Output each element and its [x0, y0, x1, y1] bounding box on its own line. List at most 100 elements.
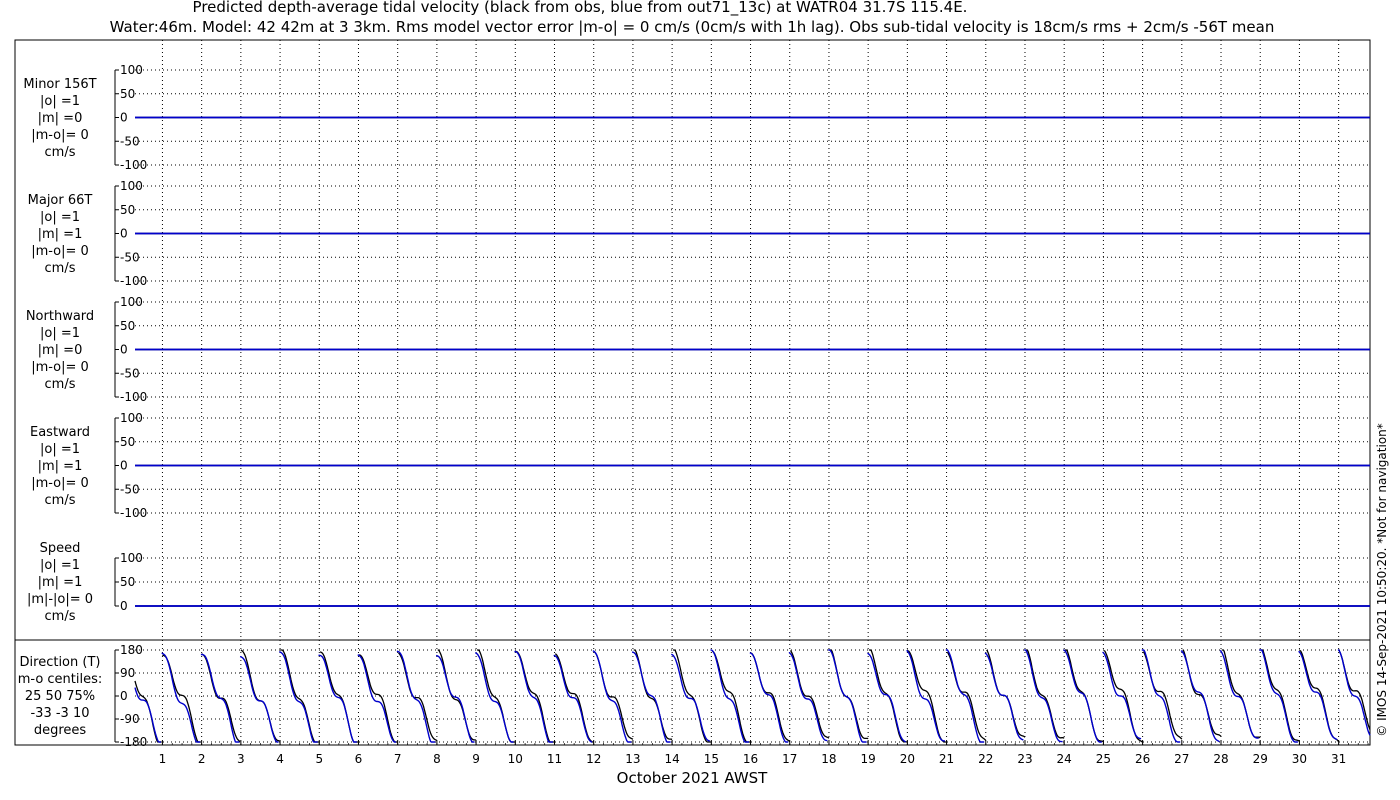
panel-label-speed: Speed [40, 541, 81, 556]
y-tick-label-minor: 0 [120, 111, 128, 125]
y-tick-label-minor: -100 [120, 158, 147, 172]
series-model-direction [514, 650, 553, 743]
x-axis-label: October 2021 AWST [617, 769, 769, 787]
panel-label-east: |m-o|= 0 [31, 476, 89, 491]
panel-label-speed: |m|-|o|= 0 [27, 592, 93, 607]
panel-label-north: Northward [26, 309, 94, 324]
y-tick-label-major: 0 [120, 227, 128, 241]
x-tick-label: 24 [1057, 752, 1072, 766]
x-tick-label: 10 [508, 752, 523, 766]
y-tick-label-speed: 100 [120, 551, 143, 565]
panel-label-minor: |m-o|= 0 [31, 128, 89, 143]
series-obs-direction [201, 653, 241, 743]
y-tick-label-north: 50 [120, 319, 135, 333]
panel-label-speed: |m| =1 [38, 575, 83, 590]
series-obs-direction [437, 649, 477, 741]
panel-label-minor: |o| =1 [40, 94, 80, 109]
panel-label-east: |m| =1 [38, 459, 83, 474]
x-tick-label: 15 [704, 752, 719, 766]
x-tick-label: 5 [315, 752, 323, 766]
plot-area: 1 2 3 4 5 6 7 8 9 10 11 12 13 14 15 16 17 18 19 20 21 22 23 24 2… [14, 39, 1371, 766]
series-model-direction [670, 653, 711, 742]
chart-title-line1: Predicted depth-average tidal velocity (… [193, 0, 968, 17]
panel-label-north: cm/s [45, 377, 76, 392]
y-tick-label-minor: 100 [120, 63, 143, 77]
x-tick-label: 23 [1017, 752, 1032, 766]
y-tick-label-major: -50 [120, 250, 140, 264]
panel-label-north: |m-o|= 0 [31, 360, 89, 375]
panel-label-major: |o| =1 [40, 210, 80, 225]
panel-label-major: Major 66T [28, 193, 93, 208]
series-obs-direction [672, 649, 712, 743]
x-tick-label: 21 [939, 752, 954, 766]
x-tick-label: 17 [782, 752, 797, 766]
x-tick-label: 14 [664, 752, 679, 766]
series-model-direction [1180, 650, 1220, 743]
panel-label-major: |m| =1 [38, 227, 83, 242]
y-tick-label-major: -100 [120, 274, 147, 288]
y-tick-label-north: -50 [120, 366, 140, 380]
y-tick-label-direction: 0 [120, 689, 128, 703]
y-tick-label-east: 100 [120, 411, 143, 425]
panel-label-north: |o| =1 [40, 326, 80, 341]
series-model-direction [632, 651, 671, 743]
series-model-direction [239, 655, 279, 743]
y-tick-label-major: 100 [120, 179, 143, 193]
series-model-direction [1259, 649, 1298, 743]
panel-label-minor: |m| =0 [38, 111, 83, 126]
series-model-direction [318, 654, 357, 743]
chart-frame [14, 39, 1371, 746]
x-tick-label: 1 [159, 752, 167, 766]
panel-label-east: Eastward [30, 425, 90, 440]
x-tick-label: 25 [1096, 752, 1111, 766]
y-tick-label-direction: 180 [120, 643, 143, 657]
x-tick-label: 20 [900, 752, 915, 766]
series-model-direction [1102, 651, 1142, 740]
y-tick-label-speed: 0 [120, 599, 128, 613]
x-tick-label: 18 [821, 752, 836, 766]
x-tick-label: 16 [743, 752, 758, 766]
series-obs-direction [986, 649, 1026, 738]
x-tick-label: 4 [276, 752, 284, 766]
x-tick-label: 31 [1331, 752, 1346, 766]
series-obs-direction [476, 649, 516, 743]
tidal-velocity-chart: Predicted depth-average tidal velocity (… [14, 0, 1389, 787]
series-obs-direction [1261, 649, 1300, 742]
panel-label-direction: 25 50 75% [25, 689, 95, 704]
chart-title-line2: Water:46m. Model: 42 42m at 3 3km. Rms m… [110, 18, 1275, 36]
x-tick-label: 26 [1135, 752, 1150, 766]
series-model-direction [1337, 649, 1371, 736]
y-tick-label-east: -100 [120, 506, 147, 520]
panel-label-speed: |o| =1 [40, 558, 80, 573]
credit-text: © IMOS 14-Sep-2021 10:50:20. *Not for na… [1375, 423, 1389, 737]
series-obs-direction [1025, 649, 1065, 739]
panel-label-direction: degrees [34, 723, 87, 738]
panel-label-direction: m-o centiles: [18, 672, 103, 687]
x-tick-label: 12 [586, 752, 601, 766]
panel-label-direction: -33 -3 10 [30, 706, 89, 721]
x-tick-label: 28 [1213, 752, 1228, 766]
panel-label-east: cm/s [45, 493, 76, 508]
series-model-direction [279, 651, 318, 743]
x-tick-label: 22 [978, 752, 993, 766]
x-tick-label: 11 [547, 752, 562, 766]
y-tick-label-minor: 50 [120, 87, 135, 101]
panel-label-major: |m-o|= 0 [31, 244, 89, 259]
y-tick-label-north: -100 [120, 390, 147, 404]
x-tick-label: 13 [625, 752, 640, 766]
x-tick-label: 19 [861, 752, 876, 766]
y-tick-label-north: 100 [120, 295, 143, 309]
y-tick-label-major: 50 [120, 203, 135, 217]
y-tick-label-minor: -50 [120, 134, 140, 148]
x-tick-label: 27 [1174, 752, 1189, 766]
x-tick-label: 9 [472, 752, 480, 766]
x-tick-label: 7 [394, 752, 402, 766]
panel-label-minor: cm/s [45, 145, 76, 160]
panel-label-major: cm/s [45, 261, 76, 276]
series-model-direction [984, 652, 1024, 741]
panel-label-minor: Minor 156T [23, 77, 96, 92]
y-tick-label-east: 50 [120, 435, 135, 449]
y-tick-label-direction: -90 [120, 712, 140, 726]
series-obs-direction [1142, 651, 1183, 740]
x-tick-label: 30 [1292, 752, 1307, 766]
